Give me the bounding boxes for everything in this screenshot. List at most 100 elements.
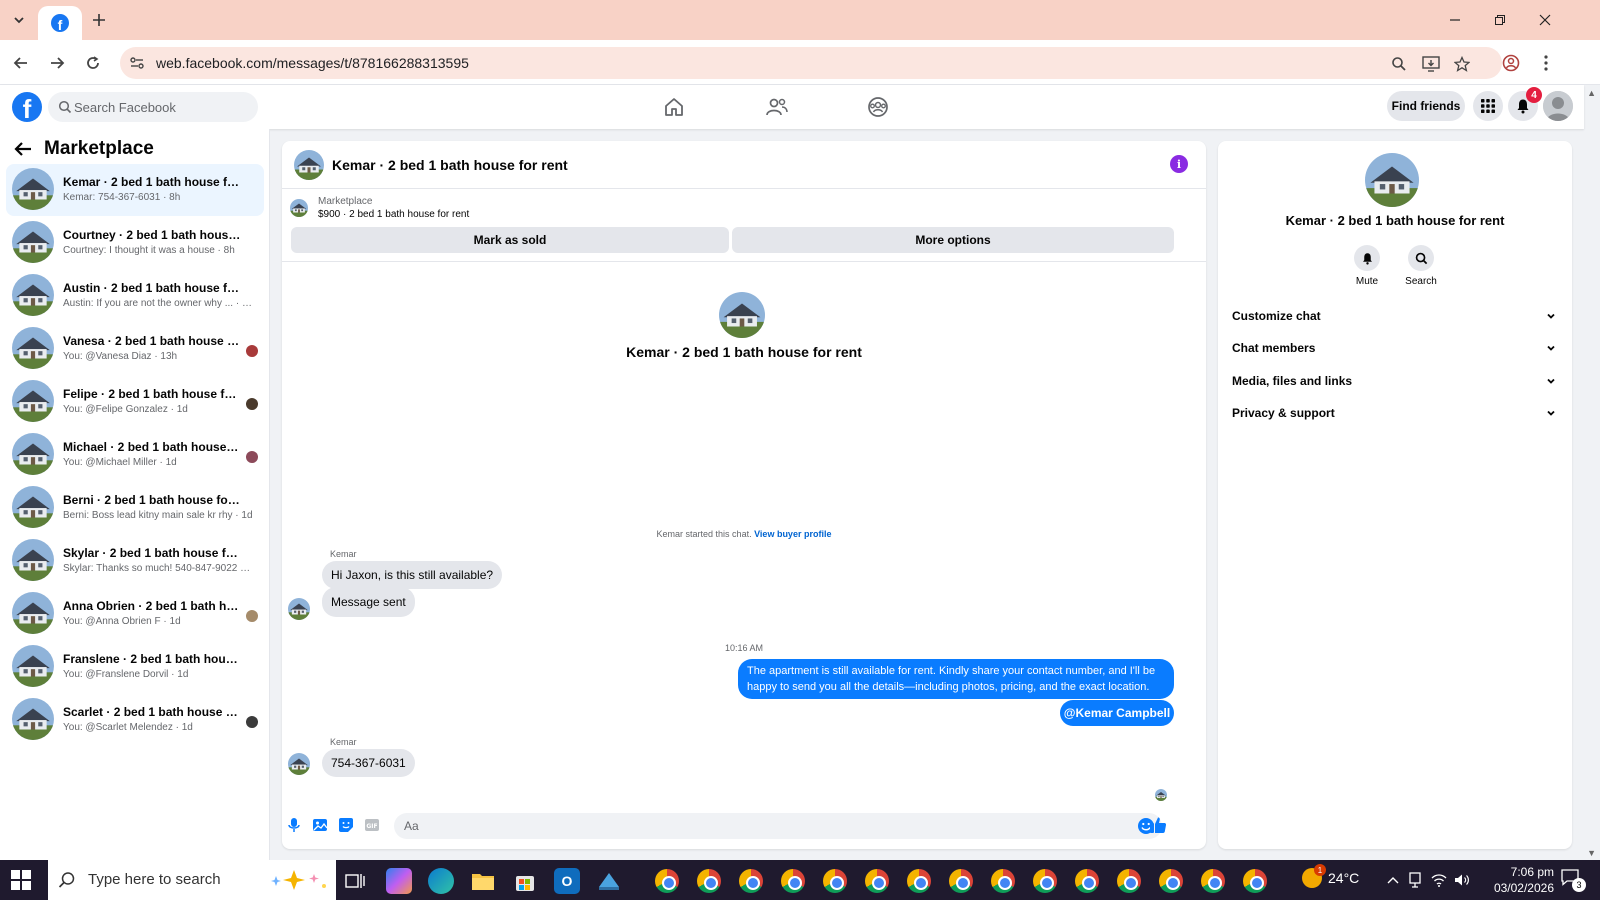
conversation-item[interactable]: Austin · 2 bed 1 bath house for rent Aus… <box>6 270 264 322</box>
chrome-window-icon[interactable] <box>655 869 679 893</box>
sender-avatar[interactable] <box>288 753 310 775</box>
mark-as-sold-button[interactable]: Mark as sold <box>291 227 729 253</box>
back-arrow-icon[interactable] <box>12 138 34 160</box>
sticker-button[interactable] <box>336 815 356 835</box>
chrome-window-icon[interactable] <box>739 869 763 893</box>
notification-count-badge: 3 <box>1572 878 1586 892</box>
like-button[interactable] <box>1148 815 1168 835</box>
conversation-item[interactable]: Scarlet · 2 bed 1 bath house for rent Yo… <box>6 694 264 746</box>
conversation-item[interactable]: Skylar · 2 bed 1 bath house for rent Sky… <box>6 535 264 587</box>
privacy-support-section[interactable]: Privacy & support <box>1224 399 1566 427</box>
wifi-icon[interactable] <box>1430 871 1448 889</box>
chrome-window-icon[interactable] <box>1117 869 1141 893</box>
message-input-wrapper[interactable] <box>394 813 1162 839</box>
device-icon[interactable] <box>1406 871 1424 889</box>
conversation-item[interactable]: Berni · 2 bed 1 bath house for rent Bern… <box>6 482 264 534</box>
chrome-window-icon[interactable] <box>1033 869 1057 893</box>
bookmark-star-icon[interactable] <box>1451 53 1473 75</box>
volume-icon[interactable] <box>1453 871 1471 889</box>
marketplace-listing-bar[interactable]: Marketplace $900 · 2 bed 1 bath house fo… <box>290 196 1190 220</box>
scrollbar-up-arrow[interactable]: ▲ <box>1587 88 1596 98</box>
weather-widget[interactable]: 1 24°C <box>1302 864 1359 888</box>
system-clock[interactable]: 7:06 pm 03/02/2026 <box>1474 864 1554 896</box>
conversation-item[interactable]: Anna Obrien · 2 bed 1 bath house for ren… <box>6 588 264 640</box>
chrome-window-icon[interactable] <box>991 869 1015 893</box>
groups-nav-icon[interactable] <box>864 93 892 121</box>
mute-button[interactable] <box>1354 245 1380 271</box>
chrome-window-icon[interactable] <box>1159 869 1183 893</box>
details-listing-image[interactable] <box>1365 153 1419 207</box>
reload-button[interactable] <box>80 50 106 76</box>
more-options-button[interactable]: More options <box>732 227 1174 253</box>
message-input[interactable] <box>404 813 1104 839</box>
voice-clip-button[interactable] <box>284 815 304 835</box>
address-bar[interactable]: web.facebook.com/messages/t/878166288313… <box>120 47 1502 79</box>
chat-listing-thumbnail[interactable] <box>294 150 324 180</box>
site-info-icon[interactable] <box>128 54 146 72</box>
chrome-window-icon[interactable] <box>907 869 931 893</box>
chrome-window-icon[interactable] <box>1075 869 1099 893</box>
chrome-window-icon[interactable] <box>823 869 847 893</box>
outlook-icon[interactable]: O <box>554 868 580 894</box>
back-button[interactable] <box>8 50 34 76</box>
show-hidden-icons-chevron-icon[interactable] <box>1384 871 1402 889</box>
view-buyer-profile-link[interactable]: View buyer profile <box>754 529 831 539</box>
search-in-conversation-button[interactable] <box>1408 245 1434 271</box>
scrollbar-down-arrow[interactable]: ▼ <box>1587 848 1596 858</box>
conversation-item[interactable]: Kemar · 2 bed 1 bath house for rent Kema… <box>6 164 264 216</box>
sender-avatar[interactable] <box>288 598 310 620</box>
browser-tab-facebook[interactable]: f <box>38 6 82 40</box>
outgoing-mention[interactable]: @Kemar Campbell <box>1060 700 1174 726</box>
zoom-icon[interactable] <box>1388 53 1410 75</box>
tab-search-button[interactable] <box>8 9 30 31</box>
info-icon[interactable]: i <box>1170 155 1188 173</box>
close-window-button[interactable] <box>1530 8 1560 32</box>
conversation-item[interactable]: Franslene · 2 bed 1 bath house for rent … <box>6 641 264 693</box>
pinned-app-icon[interactable] <box>596 868 622 894</box>
search-action[interactable]: Search <box>1397 245 1445 287</box>
message-sender-name: Kemar <box>330 549 357 559</box>
account-avatar[interactable] <box>1543 91 1573 121</box>
chrome-window-icon[interactable] <box>781 869 805 893</box>
menu-button[interactable] <box>1473 91 1503 121</box>
find-friends-button[interactable]: Find friends <box>1387 91 1465 121</box>
chat-title[interactable]: Kemar · 2 bed 1 bath house for rent <box>332 157 568 173</box>
mute-action[interactable]: Mute <box>1343 245 1391 287</box>
microsoft-store-icon[interactable] <box>512 868 538 894</box>
chrome-window-icon[interactable] <box>1243 869 1267 893</box>
install-app-icon[interactable] <box>1420 53 1442 75</box>
facebook-search-input[interactable] <box>74 92 252 122</box>
facebook-logo-icon[interactable]: f <box>12 92 42 122</box>
taskbar-search-box[interactable]: Type here to search <box>48 860 336 900</box>
edge-browser-icon[interactable] <box>428 868 454 894</box>
conversation-item[interactable]: Michael · 2 bed 1 bath house for rent Yo… <box>6 429 264 481</box>
friends-nav-icon[interactable] <box>763 93 791 121</box>
conversation-item[interactable]: Courtney · 2 bed 1 bath house for rent C… <box>6 217 264 269</box>
chrome-window-icon[interactable] <box>865 869 889 893</box>
chrome-window-icon[interactable] <box>697 869 721 893</box>
forward-button[interactable] <box>44 50 70 76</box>
minimize-button[interactable] <box>1440 8 1470 32</box>
copilot-icon[interactable] <box>386 868 412 894</box>
browser-profile-icon[interactable] <box>1498 50 1524 76</box>
browser-menu-icon[interactable] <box>1533 50 1559 76</box>
attach-photo-button[interactable] <box>310 815 330 835</box>
windows-start-icon[interactable] <box>10 869 32 891</box>
customize-chat-section[interactable]: Customize chat <box>1224 302 1566 330</box>
url-text[interactable]: web.facebook.com/messages/t/878166288313… <box>156 55 469 71</box>
chrome-window-icon[interactable] <box>1201 869 1225 893</box>
conversation-item[interactable]: Felipe · 2 bed 1 bath house for rent You… <box>6 376 264 428</box>
notification-center-button[interactable]: 3 <box>1560 868 1588 892</box>
task-view-icon[interactable] <box>342 868 368 894</box>
notifications-button[interactable]: 4 <box>1508 87 1542 121</box>
gif-button[interactable]: GIF <box>362 815 382 835</box>
facebook-search[interactable] <box>48 92 258 122</box>
home-nav-icon[interactable] <box>660 93 688 121</box>
new-tab-button[interactable] <box>88 9 110 31</box>
chat-members-section[interactable]: Chat members <box>1224 334 1566 362</box>
file-explorer-icon[interactable] <box>470 868 496 894</box>
restore-button[interactable] <box>1485 8 1515 32</box>
chrome-window-icon[interactable] <box>949 869 973 893</box>
conversation-item[interactable]: Vanesa · 2 bed 1 bath house for rent You… <box>6 323 264 375</box>
media-files-links-section[interactable]: Media, files and links <box>1224 367 1566 395</box>
